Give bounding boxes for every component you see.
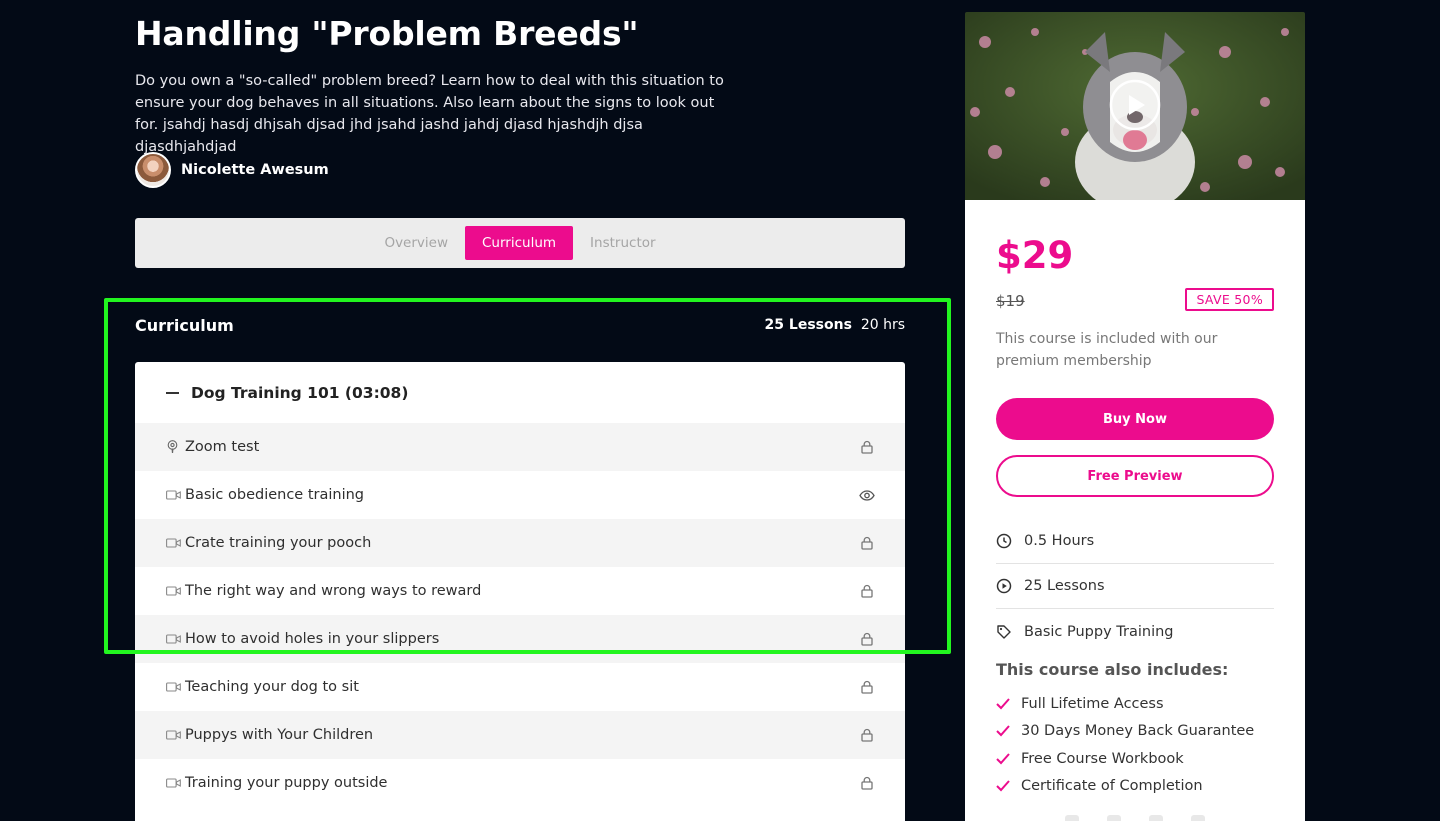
check-icon: [996, 698, 1010, 710]
feature-category: Basic Puppy Training: [996, 609, 1274, 654]
lock-icon: [859, 439, 875, 455]
email-icon[interactable]: [1191, 815, 1205, 821]
include-label: Free Course Workbook: [1021, 750, 1184, 767]
clock-icon: [996, 533, 1012, 549]
lesson-row[interactable]: How to avoid holes in your slippers: [135, 615, 905, 663]
lesson-list: Zoom test Basic obedience training Crate t…: [135, 423, 905, 807]
lesson-row[interactable]: The right way and wrong ways to reward: [135, 567, 905, 615]
lesson-row[interactable]: Crate training your pooch: [135, 519, 905, 567]
section-header[interactable]: Dog Training 101 (03:08): [135, 362, 905, 423]
lesson-title[interactable]: Crate training your pooch: [185, 535, 859, 551]
lock-icon: [859, 535, 875, 551]
lesson-title[interactable]: Basic obedience training: [185, 487, 859, 503]
lock-icon: [859, 727, 875, 743]
collapse-icon[interactable]: [166, 391, 179, 394]
lesson-row[interactable]: Training your puppy outside: [135, 759, 905, 807]
includes-list: Full Lifetime Access 30 Days Money Back …: [996, 690, 1254, 800]
author-name[interactable]: Nicolette Awesum: [181, 162, 329, 178]
tab-curriculum[interactable]: Curriculum: [465, 226, 574, 260]
lesson-row[interactable]: Teaching your dog to sit: [135, 663, 905, 711]
includes-title: This course also includes:: [996, 660, 1229, 679]
feature-hours: 0.5 Hours: [996, 519, 1274, 564]
facebook-icon[interactable]: [1065, 815, 1079, 821]
twitter-icon[interactable]: [1107, 815, 1121, 821]
tag-icon: [996, 624, 1012, 640]
linkedin-icon[interactable]: [1149, 815, 1163, 821]
lock-icon: [859, 631, 875, 647]
membership-note: This course is included with our premium…: [996, 331, 1218, 369]
course-title: Handling "Problem Breeds": [135, 14, 639, 53]
section-title: Dog Training 101 (03:08): [191, 383, 409, 402]
lock-icon: [859, 679, 875, 695]
pricing-card: $29 $19 SAVE 50% This course is included…: [965, 200, 1305, 821]
lesson-row[interactable]: Puppys with Your Children: [135, 711, 905, 759]
check-icon: [996, 780, 1010, 792]
podcast-icon: [166, 440, 181, 454]
curriculum-title: Curriculum: [135, 316, 234, 335]
author[interactable]: Nicolette Awesum: [135, 152, 329, 188]
include-label: Full Lifetime Access: [1021, 695, 1164, 712]
lesson-title[interactable]: Zoom test: [185, 439, 859, 455]
lesson-title[interactable]: Puppys with Your Children: [185, 727, 859, 743]
free-preview-button[interactable]: Free Preview: [996, 455, 1274, 497]
curriculum-meta: 25 Lessons 20 hrs: [765, 317, 905, 333]
list-item: 30 Days Money Back Guarantee: [996, 718, 1254, 746]
lesson-title[interactable]: The right way and wrong ways to reward: [185, 583, 859, 599]
lock-icon: [859, 583, 875, 599]
dog-thumbnail-image: [965, 12, 1305, 200]
check-icon: [996, 725, 1010, 737]
social-share: [1065, 815, 1205, 821]
lesson-row[interactable]: Zoom test: [135, 423, 905, 471]
hours-count: 20 hrs: [860, 317, 905, 333]
price: $29: [996, 234, 1074, 277]
video-icon: [166, 632, 181, 646]
feature-label: Basic Puppy Training: [1024, 623, 1174, 640]
tab-instructor[interactable]: Instructor: [573, 226, 673, 260]
course-preview-video[interactable]: [965, 12, 1305, 200]
lesson-title[interactable]: How to avoid holes in your slippers: [185, 631, 859, 647]
list-item: Full Lifetime Access: [996, 690, 1254, 718]
include-label: Certificate of Completion: [1021, 778, 1203, 795]
eye-icon[interactable]: [859, 487, 875, 503]
feature-label: 0.5 Hours: [1024, 533, 1095, 549]
lesson-title[interactable]: Teaching your dog to sit: [185, 679, 859, 695]
list-item: Certificate of Completion: [996, 773, 1254, 801]
video-icon: [166, 584, 181, 598]
course-tabs: Overview Curriculum Instructor: [135, 218, 905, 268]
curriculum-header: Curriculum 25 Lessons 20 hrs: [135, 316, 905, 338]
lesson-row[interactable]: Basic obedience training: [135, 471, 905, 519]
purchase-sidebar: $29 $19 SAVE 50% This course is included…: [965, 12, 1305, 821]
lessons-count: 25 Lessons: [764, 317, 852, 333]
avatar: [135, 152, 171, 188]
old-price: $19: [996, 292, 1025, 310]
video-icon: [166, 536, 181, 550]
course-description: Do you own a "so-called" problem breed? …: [135, 73, 724, 155]
list-item: Free Course Workbook: [996, 745, 1254, 773]
buy-now-button[interactable]: Buy Now: [996, 398, 1274, 440]
save-badge: SAVE 50%: [1185, 288, 1274, 311]
lesson-title[interactable]: Training your puppy outside: [185, 775, 859, 791]
video-icon: [166, 488, 181, 502]
feature-lessons: 25 Lessons: [996, 564, 1274, 609]
check-icon: [996, 753, 1010, 765]
video-icon: [166, 776, 181, 790]
video-icon: [166, 680, 181, 694]
feature-label: 25 Lessons: [1024, 578, 1105, 594]
include-label: 30 Days Money Back Guarantee: [1021, 723, 1255, 740]
tab-overview[interactable]: Overview: [367, 226, 465, 260]
video-icon: [166, 728, 181, 742]
curriculum-section: Dog Training 101 (03:08) Zoom test Basic …: [135, 362, 905, 821]
play-circle-icon: [996, 578, 1012, 594]
lock-icon: [859, 775, 875, 791]
